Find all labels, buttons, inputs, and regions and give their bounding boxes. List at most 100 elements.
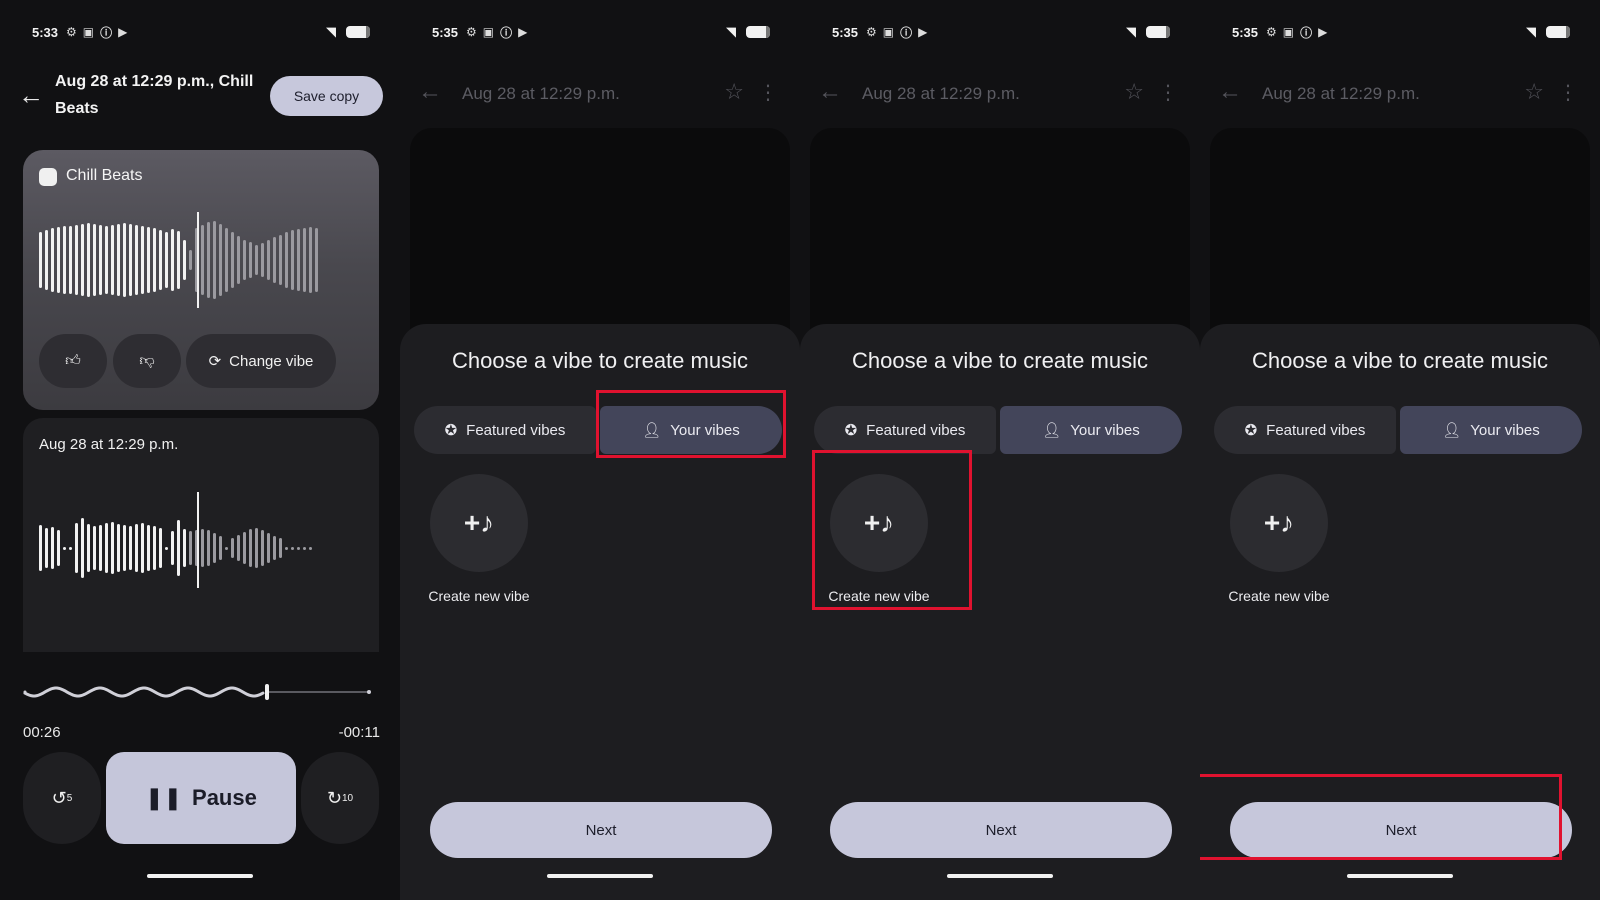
rewind-icon: ↺ xyxy=(51,787,67,808)
create-new-vibe-button[interactable]: +♪ xyxy=(430,474,528,572)
waveform-bar xyxy=(279,235,282,285)
status-icons: ⚙ ▣ ⓘ ▶ xyxy=(466,24,527,41)
track-card-original[interactable]: Aug 28 at 12:29 p.m. xyxy=(23,418,379,652)
vibe-screen-2: 5:35 ⚙ ▣ ⓘ ▶ ◥ ← Aug 28 at 12:29 p.m. ☆ ⋮ C… xyxy=(800,0,1200,900)
waveform-bar xyxy=(117,224,120,296)
wifi-icon: ◥ xyxy=(326,24,336,39)
pause-icon: ❚❚ xyxy=(145,785,183,810)
waveform-bar xyxy=(177,520,180,576)
waveform[interactable] xyxy=(39,508,312,588)
change-vibe-button[interactable]: ⟳ Change vibe xyxy=(186,334,336,388)
thumbs-up-icon: 👍︎ xyxy=(65,352,81,369)
gear-icon: ⚙ xyxy=(466,25,477,39)
thumbs-up-button[interactable]: 👍︎ xyxy=(39,334,107,388)
waveform-bar xyxy=(261,530,264,566)
waveform-bar xyxy=(141,226,144,294)
highlight-box xyxy=(596,390,786,458)
your-vibes-tab[interactable]: 👤︎ Your vibes xyxy=(1400,406,1582,454)
next-button[interactable]: Next xyxy=(830,802,1172,858)
waveform-bar xyxy=(225,228,228,292)
forward-10-button[interactable]: ↻ 10 xyxy=(301,752,379,844)
pause-button[interactable]: ❚❚ Pause xyxy=(106,752,296,844)
waveform-bar xyxy=(243,240,246,280)
waveform-bar xyxy=(135,225,138,295)
play-store-icon: ▶ xyxy=(518,25,528,39)
page-title: Aug 28 at 12:29 p.m., Chill Beats xyxy=(55,73,254,117)
cast-icon: ▣ xyxy=(1282,25,1295,39)
home-indicator xyxy=(147,874,253,878)
waveform-bar xyxy=(231,232,234,288)
progress-bar[interactable] xyxy=(23,684,375,700)
back-arrow-icon: ← xyxy=(1218,78,1242,105)
create-new-vibe-button[interactable]: +♪ xyxy=(1230,474,1328,572)
waveform-bar xyxy=(297,229,300,291)
waveform-bar xyxy=(303,228,306,292)
track-card-chill-beats[interactable]: Chill Beats 👍︎ 👎︎ ⟳ Change vibe xyxy=(23,150,379,410)
gear-icon: ⚙ xyxy=(66,25,77,39)
waveform-bar xyxy=(171,229,174,291)
more-options-icon: ⋮ xyxy=(1558,82,1578,104)
waveform-bar xyxy=(207,222,210,298)
battery-icon xyxy=(746,26,770,38)
waveform-bar xyxy=(51,228,54,292)
waveform-bar xyxy=(123,223,126,297)
waveform-bar xyxy=(69,226,72,294)
gear-icon: ⚙ xyxy=(866,25,877,39)
waveform-bar xyxy=(93,224,96,296)
playhead[interactable] xyxy=(197,212,199,308)
waveform-bar xyxy=(219,536,222,560)
page-title: Aug 28 at 12:29 p.m. xyxy=(462,84,620,103)
page-title: Aug 28 at 12:29 p.m. xyxy=(1262,84,1420,103)
playhead[interactable] xyxy=(197,492,199,588)
sheet-title: Choose a vibe to create music xyxy=(852,348,1148,373)
waveform-bar xyxy=(63,546,66,550)
dimmed-header: ← Aug 28 at 12:29 p.m. ☆ ⋮ xyxy=(1200,74,1600,114)
battery-icon xyxy=(1546,26,1570,38)
waveform-bar xyxy=(213,221,216,299)
waveform-bar xyxy=(141,523,144,573)
waveform-bar xyxy=(105,226,108,294)
waveform-bar xyxy=(315,228,318,292)
waveform-bar xyxy=(273,237,276,283)
waveform-bar xyxy=(81,518,84,578)
waveform-bar xyxy=(285,232,288,288)
waveform-bar xyxy=(237,535,240,561)
waveform-bar xyxy=(111,225,114,295)
status-time: 5:35 xyxy=(432,24,459,40)
back-arrow-icon: ← xyxy=(818,78,842,105)
featured-vibes-tab[interactable]: ✪ Featured vibes xyxy=(1214,406,1396,454)
status-bar: 5:35 ⚙ ▣ ⓘ ▶ ◥ xyxy=(1232,20,1570,44)
next-button[interactable]: Next xyxy=(430,802,772,858)
featured-vibes-tab[interactable]: ✪ Featured vibes xyxy=(414,406,596,454)
featured-vibes-label: Featured vibes xyxy=(866,421,966,439)
waveform-bar xyxy=(267,533,270,563)
waveform-bar xyxy=(153,228,156,292)
waveform-bar xyxy=(171,531,174,565)
battery-icon xyxy=(1146,26,1170,38)
status-bar: 5:33 ⚙ ▣ ⓘ ▶ ◥ xyxy=(32,20,370,44)
waveform-bar xyxy=(69,546,72,550)
your-vibes-tab[interactable]: 👤︎ Your vibes xyxy=(1000,406,1182,454)
more-options-icon: ⋮ xyxy=(1158,82,1178,104)
refresh-icon: ⟳ xyxy=(208,353,222,370)
waveform-bar xyxy=(219,224,222,296)
save-copy-button[interactable]: Save copy xyxy=(270,76,383,116)
waveform[interactable] xyxy=(39,220,318,300)
cast-icon: ▣ xyxy=(882,25,895,39)
waveform-bar xyxy=(249,242,252,278)
waveform-bar xyxy=(165,546,168,550)
waveform-bar xyxy=(309,546,312,550)
thumbs-down-button[interactable]: 👎︎ xyxy=(113,334,181,388)
back-arrow-icon[interactable]: ← xyxy=(18,80,44,111)
featured-vibes-tab[interactable]: ✪ Featured vibes xyxy=(814,406,996,454)
dimmed-header: ← Aug 28 at 12:29 p.m. ☆ ⋮ xyxy=(400,74,800,114)
waveform-bar xyxy=(279,538,282,558)
featured-vibes-label: Featured vibes xyxy=(466,421,566,439)
battery-icon xyxy=(346,26,370,38)
play-store-icon: ▶ xyxy=(918,25,928,39)
add-music-icon: +♪ xyxy=(463,507,495,538)
waveform-bar xyxy=(87,223,90,297)
waveform-bar xyxy=(39,525,42,571)
dimmed-header: ← Aug 28 at 12:29 p.m. ☆ ⋮ xyxy=(800,74,1200,114)
rewind-5-button[interactable]: ↺ 5 xyxy=(23,752,101,844)
